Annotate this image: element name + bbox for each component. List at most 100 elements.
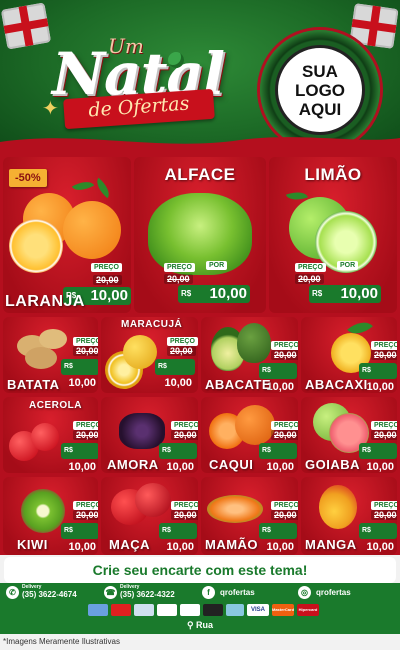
payment-card-icon — [203, 604, 223, 616]
whatsapp-number: (35) 3622-4674 — [22, 590, 77, 599]
phone-icon: ☎ — [104, 586, 117, 599]
new-price-box: R$ 10,00 — [61, 443, 98, 473]
facebook-handle[interactable]: qrofertas — [220, 588, 255, 597]
new-price: 10,00 — [266, 541, 294, 553]
old-price: 20,00 — [295, 274, 324, 284]
logo-line-3: AQUI — [298, 99, 342, 119]
new-price-box: R$ 10,00 — [359, 443, 397, 473]
product-card-laranja[interactable]: -50% PREÇO 20,00 POR R$10,00 LARANJA — [3, 157, 131, 313]
price-tag: PREÇO 20,00 POR R$ 10,00 — [164, 261, 250, 303]
new-price: 10,00 — [166, 461, 194, 473]
new-price-box: R$ 10,00 — [259, 443, 297, 473]
old-price: 20,00 — [171, 430, 198, 440]
price-from-label: PREÇO — [295, 263, 326, 272]
new-price: 10,00 — [68, 541, 96, 553]
product-name: AMORA — [107, 457, 159, 472]
product-name: GOIABA — [305, 457, 360, 472]
phone-contact[interactable]: Delivery (35) 3622-4322 — [120, 584, 175, 599]
product-card-kiwi[interactable]: PREÇO 20,00 R$ 10,00 KIWI — [3, 477, 98, 555]
price-tag: PREÇO 20,00 R$10,00 — [357, 341, 397, 393]
product-name: MANGA — [305, 537, 357, 552]
currency: R$ — [262, 447, 271, 454]
product-card-mamao[interactable]: PREÇO 20,00 R$ 10,00 MAMÃO — [201, 477, 298, 555]
facebook-icon: f — [202, 586, 215, 599]
product-card-acerola[interactable]: ACEROLA PREÇO 20,00 R$ 10,00 — [3, 397, 98, 473]
old-price: 20,00 — [371, 430, 397, 440]
price-from-label: PREÇO — [73, 421, 98, 430]
new-price-box: R$ 10,00 — [159, 443, 197, 473]
price-from-label: PREÇO — [91, 263, 122, 272]
product-card-maracuja[interactable]: MARACUJÁ PREÇO 20,00 R$ 10,00 — [101, 317, 198, 393]
new-price-box: R$ 10,00 — [61, 523, 98, 553]
currency: R$ — [64, 363, 73, 370]
price-from-label: PREÇO — [271, 421, 298, 430]
old-price: 20,00 — [167, 346, 196, 356]
new-price-box: R$ 10,00 — [155, 359, 195, 389]
product-card-batata[interactable]: PREÇO 20,00 R$ 10,00 BATATA — [3, 317, 98, 393]
new-price-box: R$ 10,00 — [359, 523, 397, 553]
price-tag: PREÇO 20,00 POR R$ 10,00 — [295, 261, 381, 303]
product-card-abacaxi[interactable]: PREÇO 20,00 R$ 10,00 ABACAXI — [301, 317, 397, 393]
logo-placeholder[interactable]: SUA LOGO AQUI — [275, 45, 365, 135]
star-icon: ✦ — [42, 98, 59, 120]
price-from-label: PREÇO — [271, 341, 298, 350]
old-price: 20,00 — [271, 350, 298, 360]
product-name: ALFACE — [164, 165, 236, 184]
product-name: MARACUJÁ — [121, 319, 183, 330]
map-pin-icon: ⚲ — [186, 620, 194, 630]
cta-banner[interactable]: Crie seu encarte com este tema! — [4, 557, 396, 583]
price-from-label: PREÇO — [271, 501, 298, 510]
leaf-image — [92, 177, 114, 199]
christmas-ornament-icon — [168, 52, 184, 68]
product-card-manga[interactable]: PREÇO 20,00 R$ 10,00 MANGA — [301, 477, 397, 555]
new-price: 10,00 — [366, 381, 394, 393]
mango-image — [319, 485, 357, 529]
price-tag: PREÇO 20,00 R$10,00 — [257, 501, 298, 553]
papaya-image — [207, 495, 263, 523]
price-from-label: PREÇO — [371, 341, 397, 350]
product-card-alface[interactable]: ALFACE PREÇO 20,00 POR R$ 10,00 — [134, 157, 266, 313]
payment-card-icon — [134, 604, 154, 616]
price-tag: PREÇO 20,00 R$10,00 — [153, 337, 198, 389]
new-price: 10,00 — [366, 541, 394, 553]
old-price: 20,00 — [371, 510, 397, 520]
old-price: 20,00 — [171, 510, 198, 520]
product-card-goiaba[interactable]: PREÇO 20,00 R$ 10,00 GOIABA — [301, 397, 397, 473]
old-price: 20,00 — [73, 346, 98, 356]
currency: R$ — [162, 527, 171, 534]
payment-methods-bar: VISA MasterCard Hipercard — [0, 603, 400, 618]
visa-icon: VISA — [247, 604, 269, 616]
phone-number: (35) 3622-4322 — [120, 590, 175, 599]
product-name: KIWI — [17, 537, 48, 552]
price-from-label: PREÇO — [171, 421, 198, 430]
logo-line-2: LOGO — [294, 80, 346, 100]
new-price: 10,00 — [90, 287, 128, 304]
instagram-handle[interactable]: qrofertas — [316, 588, 351, 597]
product-card-caqui[interactable]: PREÇO 20,00 R$ 10,00 CAQUI — [201, 397, 298, 473]
price-tag: PREÇO 20,00 R$10,00 — [59, 421, 98, 473]
currency: R$ — [312, 289, 323, 298]
product-name: ACEROLA — [29, 400, 82, 411]
new-price-box: R$ 10,00 — [159, 523, 197, 553]
new-price-box: R$ 10,00 — [61, 359, 98, 389]
whatsapp-contact[interactable]: Delivery (35) 3622-4674 — [22, 584, 77, 599]
address[interactable]: ⚲ Rua — [0, 620, 400, 631]
product-card-maca[interactable]: PREÇO 20,00 R$ 10,00 MAÇA — [101, 477, 198, 555]
new-price-box: R$ 10,00 — [259, 523, 297, 553]
price-to-label: POR — [206, 261, 228, 270]
price-tag: PREÇO 20,00 R$10,00 — [59, 501, 98, 553]
acerola-image — [31, 423, 59, 451]
payment-card-icon — [157, 604, 177, 616]
currency: R$ — [181, 289, 192, 298]
passion-fruit-image — [123, 335, 157, 369]
new-price: 10,00 — [68, 461, 96, 473]
orange-image — [63, 201, 121, 259]
product-card-abacate[interactable]: PREÇO 20,00 R$ 10,00 ABACATE — [201, 317, 298, 393]
product-card-amora[interactable]: PREÇO 20,00 R$ 10,00 AMORA — [101, 397, 198, 473]
old-price: 20,00 — [271, 510, 298, 520]
old-price: 20,00 — [371, 350, 397, 360]
address-bar: ⚲ Rua — [0, 618, 400, 634]
product-card-limao[interactable]: LIMÃO PREÇO 20,00 POR R$ 10,00 — [269, 157, 397, 313]
old-price: 20,00 — [93, 275, 122, 285]
currency: R$ — [64, 447, 73, 454]
